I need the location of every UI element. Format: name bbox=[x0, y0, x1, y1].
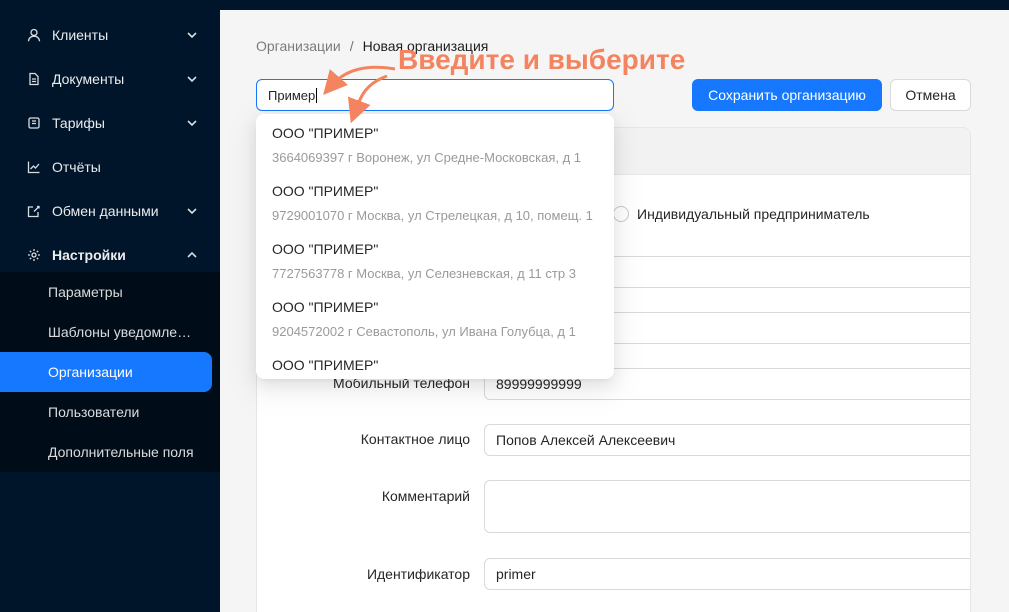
header-bar bbox=[220, 0, 1009, 10]
sidebar-item-clients[interactable]: Клиенты bbox=[0, 15, 220, 55]
breadcrumb-parent-link[interactable]: Организации bbox=[256, 38, 341, 54]
identifier-label: Идентификатор bbox=[366, 566, 470, 582]
sidebar-subitem-organizations[interactable]: Организации bbox=[0, 352, 212, 392]
suggestion-address: 3664069397 г Воронеж, ул Средне-Московск… bbox=[272, 150, 582, 165]
sidebar-item-settings[interactable]: Настройки bbox=[0, 235, 220, 275]
suggestion-name: ООО "ПРИМЕР" bbox=[272, 241, 379, 257]
user-icon bbox=[26, 27, 42, 43]
breadcrumb-separator: / bbox=[349, 38, 354, 54]
identifier-field[interactable]: primer bbox=[484, 558, 970, 590]
comment-label: Комментарий bbox=[381, 488, 470, 504]
suggestion-name: ООО "ПРИМЕР" bbox=[272, 299, 379, 315]
edit-icon bbox=[26, 203, 42, 219]
chevron-down-icon bbox=[184, 115, 200, 131]
cancel-button[interactable]: Отмена bbox=[890, 79, 971, 111]
suggestion-option[interactable]: ООО "ПРИМЕР" 3664069397 г Воронеж, ул Ср… bbox=[256, 114, 614, 172]
radio-label: Индивидуальный предприниматель bbox=[637, 206, 870, 222]
radio-button[interactable] bbox=[613, 206, 629, 222]
document-icon bbox=[26, 71, 42, 87]
chevron-down-icon bbox=[184, 71, 200, 87]
gear-icon bbox=[26, 247, 42, 263]
sidebar-item-label: Тарифы bbox=[52, 115, 105, 131]
suggestion-address: 9204572002 г Севастополь, ул Ивана Голуб… bbox=[272, 324, 576, 339]
suggestion-address: 7727563778 г Москва, ул Селезневская, д … bbox=[272, 266, 576, 281]
chevron-down-icon bbox=[184, 203, 200, 219]
annotation-arrows-icon bbox=[323, 65, 396, 124]
sidebar-item-data-exchange[interactable]: Обмен данными bbox=[0, 191, 220, 231]
suggestion-option[interactable]: ООО "ПРИМЕР" 7727563778 г Москва, ул Сел… bbox=[256, 230, 614, 288]
suggestion-option[interactable]: ООО "ПРИМЕР" bbox=[256, 346, 614, 379]
chevron-down-icon bbox=[184, 27, 200, 43]
suggestion-option[interactable]: ООО "ПРИМЕР" 9729001070 г Москва, ул Стр… bbox=[256, 172, 614, 230]
chevron-up-icon bbox=[184, 247, 200, 263]
sidebar-item-label: Обмен данными bbox=[52, 203, 159, 219]
identifier-value: primer bbox=[496, 566, 536, 582]
organization-search-input[interactable]: Пример bbox=[256, 79, 614, 111]
tag-icon bbox=[26, 115, 42, 131]
suggestion-name: ООО "ПРИМЕР" bbox=[272, 183, 379, 199]
sidebar-subitem-parameters[interactable]: Параметры bbox=[0, 272, 220, 312]
sidebar-item-label: Настройки bbox=[52, 247, 126, 263]
suggestion-name: ООО "ПРИМЕР" bbox=[272, 357, 379, 373]
sidebar-item-label: Отчёты bbox=[52, 159, 101, 175]
suggestion-address: 9729001070 г Москва, ул Стрелецкая, д 10… bbox=[272, 208, 593, 223]
sidebar-item-reports[interactable]: Отчёты bbox=[0, 147, 220, 187]
chart-icon bbox=[26, 159, 42, 175]
sidebar: Клиенты Документы Тарифы Отчёты Обмен да… bbox=[0, 0, 220, 612]
sidebar-item-documents[interactable]: Документы bbox=[0, 59, 220, 99]
radio-individual-entrepreneur[interactable]: Индивидуальный предприниматель bbox=[613, 206, 870, 222]
sidebar-item-label: Клиенты bbox=[52, 27, 109, 43]
sidebar-item-tariffs[interactable]: Тарифы bbox=[0, 103, 220, 143]
organization-suggestions-dropdown: ООО "ПРИМЕР" 3664069397 г Воронеж, ул Ср… bbox=[256, 114, 614, 379]
save-organization-button[interactable]: Сохранить организацию bbox=[692, 79, 882, 111]
suggestion-option[interactable]: ООО "ПРИМЕР" 9204572002 г Севастополь, у… bbox=[256, 288, 614, 346]
contact-person-field[interactable]: Попов Алексей Алексеевич bbox=[484, 424, 970, 456]
sidebar-subitem-users[interactable]: Пользователи bbox=[0, 392, 220, 432]
contact-person-value: Попов Алексей Алексеевич bbox=[496, 432, 676, 448]
comment-textarea[interactable] bbox=[484, 480, 970, 533]
annotation-hint-text: Введите и выберите bbox=[398, 44, 686, 75]
sidebar-subitem-custom-fields[interactable]: Дополнительные поля bbox=[0, 432, 220, 472]
sidebar-item-label: Документы bbox=[52, 71, 125, 87]
sidebar-subitem-notification-templates[interactable]: Шаблоны уведомлений bbox=[0, 312, 220, 352]
search-input-value: Пример bbox=[268, 87, 316, 103]
contact-label: Контактное лицо bbox=[360, 431, 470, 447]
